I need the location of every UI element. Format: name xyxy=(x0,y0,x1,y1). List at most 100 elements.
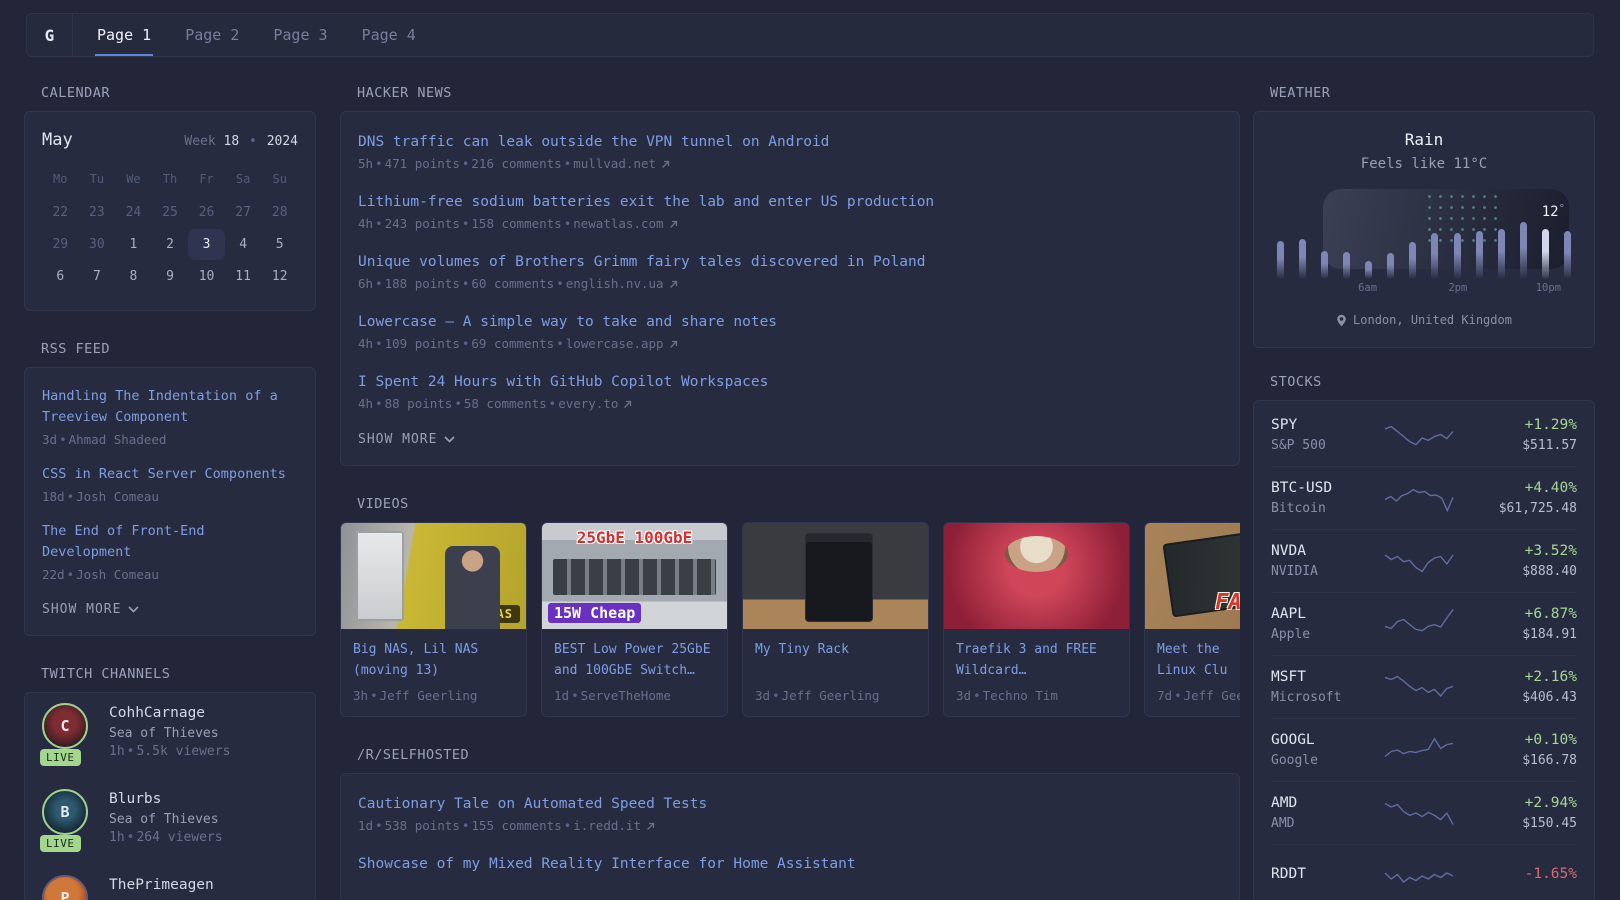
stock-sparkline xyxy=(1379,606,1459,642)
video-thumbnail[interactable] xyxy=(743,523,928,629)
dot-separator: • xyxy=(125,744,137,759)
twitch-channel-row[interactable]: B LIVE Blurbs Sea of Thieves 1h•264 view… xyxy=(42,773,298,859)
video-card[interactable]: LIL NAS Big NAS, Lil NAS (moving 13) 3h•… xyxy=(340,522,527,717)
hn-item-meta: 6h•188 points•60 comments•english.nv.ua xyxy=(358,276,1222,291)
hackernews-card: DNS traffic can leak outside the VPN tun… xyxy=(340,111,1240,466)
app-logo[interactable]: G xyxy=(27,14,73,56)
hn-comments-link[interactable]: 58 comments xyxy=(464,396,547,411)
twitch-channel-name[interactable]: ThePrimeagen xyxy=(109,875,214,895)
video-title[interactable]: BEST Low Power 25GbE and 100GbE Switch… xyxy=(554,640,715,681)
rss-item-title[interactable]: Handling The Indentation of a Treeview C… xyxy=(42,386,298,428)
dot-separator: • xyxy=(65,489,77,504)
rss-header: RSS FEED xyxy=(41,341,316,357)
tab-page-4[interactable]: Page 4 xyxy=(360,14,418,56)
video-author[interactable]: Techno Tim xyxy=(983,688,1058,703)
stock-row[interactable]: BTC-USDBitcoin +4.40%$61,725.48 xyxy=(1271,466,1577,529)
stock-row[interactable]: MSFTMicrosoft +2.16%$406.43 xyxy=(1271,655,1577,718)
twitch-channel-row[interactable]: P ThePrimeagen xyxy=(42,859,298,900)
rss-item-meta: 22d•Josh Comeau xyxy=(42,567,298,582)
calendar-section: CALENDAR May Week 18 • 2024 MoTuWeThFrSa… xyxy=(24,85,316,311)
video-card[interactable]: FA Meet the Linux Clu 7d•Jeff Geerling xyxy=(1144,522,1240,717)
video-author[interactable]: Jeff Geerling xyxy=(1184,688,1240,703)
calendar-day: 23 xyxy=(79,197,116,228)
calendar-day: 2 xyxy=(152,229,189,260)
hn-domain-link[interactable]: every.to xyxy=(558,396,618,411)
rss-item-title[interactable]: The End of Front-End Development xyxy=(42,521,298,563)
hn-domain-link[interactable]: newatlas.com xyxy=(573,216,663,231)
twitch-channel-row[interactable]: C LIVE CohhCarnage Sea of Thieves 1h•5.5… xyxy=(42,699,298,773)
twitch-channel-name[interactable]: Blurbs xyxy=(109,789,223,809)
calendar-day: 25 xyxy=(152,197,189,228)
stock-row[interactable]: RDDT -1.65% xyxy=(1271,844,1577,900)
video-thumbnail[interactable]: LIL NAS xyxy=(341,523,526,629)
hn-domain-link[interactable]: mullvad.net xyxy=(573,156,656,171)
hn-item-title[interactable]: Lowercase – A simple way to take and sha… xyxy=(358,312,1222,333)
dot-separator: • xyxy=(247,134,259,149)
twitch-game: Sea of Thieves xyxy=(109,812,223,827)
stocks-section: STOCKS SPYS&P 500 +1.29%$511.57 BTC-USDB… xyxy=(1253,374,1595,900)
tab-page-3[interactable]: Page 3 xyxy=(271,14,329,56)
video-card[interactable]: My Tiny Rack 3d•Jeff Geerling xyxy=(742,522,929,717)
hn-domain-link[interactable]: english.nv.ua xyxy=(566,276,664,291)
hn-comments-link[interactable]: 60 comments xyxy=(471,276,554,291)
hn-comments-link[interactable]: 158 comments xyxy=(471,216,561,231)
weather-location: London, United Kingdom xyxy=(1271,313,1577,327)
weather-bar xyxy=(1409,242,1416,279)
hn-item-title[interactable]: DNS traffic can leak outside the VPN tun… xyxy=(358,132,1222,153)
stock-row[interactable]: SPYS&P 500 +1.29%$511.57 xyxy=(1271,404,1577,466)
hn-item-title[interactable]: I Spent 24 Hours with GitHub Copilot Wor… xyxy=(358,372,1222,393)
weather-section: WEATHER Rain Feels like 11°C 12° 6am 2pm… xyxy=(1253,85,1595,348)
calendar-month: May xyxy=(42,130,73,150)
calendar-dow: We xyxy=(115,166,152,196)
calendar-day-today: 3 xyxy=(188,229,225,260)
reddit-comments-link[interactable]: 155 comments xyxy=(471,818,561,833)
videos-row: LIL NAS Big NAS, Lil NAS (moving 13) 3h•… xyxy=(340,522,1240,717)
calendar-day: 8 xyxy=(115,261,152,292)
video-meta: 7d•Jeff Geerling xyxy=(1157,688,1240,703)
video-thumbnail[interactable]: 25GbE 100GbE15W Cheap xyxy=(542,523,727,629)
calendar-header: CALENDAR xyxy=(41,85,316,101)
video-thumbnail[interactable]: FA xyxy=(1145,523,1240,629)
tab-page-1[interactable]: Page 1 xyxy=(95,14,153,56)
stock-row[interactable]: AAPLApple +6.87%$184.91 xyxy=(1271,592,1577,655)
location-pin-icon xyxy=(1336,314,1347,327)
external-link-icon xyxy=(661,160,670,169)
video-title[interactable]: Traefik 3 and FREE Wildcard… xyxy=(956,640,1117,681)
video-card[interactable]: 25GbE 100GbE15W Cheap BEST Low Power 25G… xyxy=(541,522,728,717)
rss-item-title[interactable]: CSS in React Server Components xyxy=(42,464,298,485)
external-link-icon xyxy=(646,822,655,831)
reddit-item-title[interactable]: Showcase of my Mixed Reality Interface f… xyxy=(358,854,1222,875)
dot-separator: • xyxy=(562,216,574,231)
chevron-down-icon xyxy=(444,436,455,443)
stock-name: NVIDIA xyxy=(1271,564,1379,579)
video-author[interactable]: Jeff Geerling xyxy=(782,688,880,703)
hn-domain-link[interactable]: lowercase.app xyxy=(566,336,664,351)
stock-row[interactable]: AMDAMD +2.94%$150.45 xyxy=(1271,781,1577,844)
hn-item-title[interactable]: Unique volumes of Brothers Grimm fairy t… xyxy=(358,252,1222,273)
video-title[interactable]: Big NAS, Lil NAS (moving 13) xyxy=(353,640,514,681)
videos-section: VIDEOS LIL NAS Big NAS, Lil NAS (moving … xyxy=(340,496,1240,717)
video-title[interactable]: Meet the Linux Clu xyxy=(1157,640,1240,681)
stock-price: $184.91 xyxy=(1459,627,1577,642)
twitch-channel-name[interactable]: CohhCarnage xyxy=(109,703,230,723)
reddit-domain-link[interactable]: i.redd.it xyxy=(573,818,641,833)
stock-row[interactable]: GOOGLGoogle +0.10%$166.78 xyxy=(1271,718,1577,781)
calendar-grid: MoTuWeThFrSaSu22232425262728293012345678… xyxy=(42,166,298,292)
tab-page-2[interactable]: Page 2 xyxy=(183,14,241,56)
video-title[interactable]: My Tiny Rack xyxy=(755,640,916,681)
rss-show-more-button[interactable]: SHOW MORE xyxy=(42,602,298,617)
reddit-item-title[interactable]: Cautionary Tale on Automated Speed Tests xyxy=(358,794,1222,815)
hn-item-title[interactable]: Lithium-free sodium batteries exit the l… xyxy=(358,192,1222,213)
hn-comments-link[interactable]: 69 comments xyxy=(471,336,554,351)
video-author[interactable]: ServeTheHome xyxy=(581,688,671,703)
weather-feels-like: Feels like 11°C xyxy=(1271,156,1577,172)
external-link-icon xyxy=(669,220,678,229)
stock-row[interactable]: NVDANVIDIA +3.52%$888.40 xyxy=(1271,529,1577,592)
hn-comments-link[interactable]: 216 comments xyxy=(471,156,561,171)
video-thumbnail[interactable] xyxy=(944,523,1129,629)
video-card[interactable]: Traefik 3 and FREE Wildcard… 3d•Techno T… xyxy=(943,522,1130,717)
stock-symbol: MSFT xyxy=(1271,669,1379,685)
hn-show-more-button[interactable]: SHOW MORE xyxy=(358,432,1222,447)
video-author[interactable]: Jeff Geerling xyxy=(380,688,478,703)
video-meta: 3d•Techno Tim xyxy=(956,688,1117,703)
